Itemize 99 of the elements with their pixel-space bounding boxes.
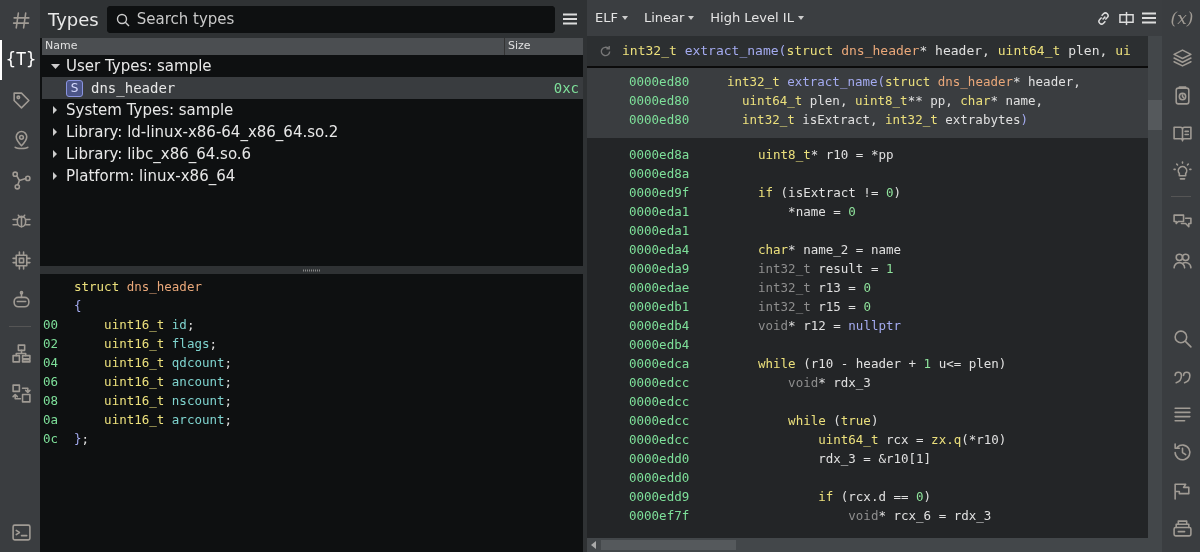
dropdown[interactable]: ELF	[595, 8, 628, 28]
code-line: uint16_t arcount;	[103, 411, 233, 430]
code-line: uint64_t plen, uint8_t** pp, char* name,	[741, 92, 1044, 111]
code-line: uint16_t qdcount;	[103, 354, 233, 373]
tree-row[interactable]: System Types: sample	[42, 99, 583, 121]
code-line: while (true)	[787, 412, 879, 431]
offset-label: 06	[42, 373, 60, 392]
history-icon	[1171, 441, 1193, 463]
address: 0000ef7f	[628, 507, 691, 526]
splitter-handle[interactable]	[302, 268, 321, 272]
tree-row[interactable]: Library: ld-linux-x86-64_x86_64.so.2	[42, 121, 583, 143]
code-line: uint16_t id;	[103, 316, 195, 335]
panel-title: Types	[48, 7, 99, 32]
address: 0000edcc	[628, 412, 691, 431]
function-signature: int32_t extract_name(struct dns_header* header, uint64_t plen, ui	[622, 42, 1131, 61]
address: 0000edb4	[628, 317, 691, 336]
code-line: int32_t r13 = 0	[757, 279, 871, 298]
address: 0000edcc	[628, 431, 691, 450]
code-line: uint16_t flags;	[103, 335, 217, 354]
code-line: struct dns_header	[74, 278, 202, 297]
hash-icon	[10, 9, 32, 31]
code-line: char* name_2 = name	[757, 241, 901, 260]
address: 0000ed8a	[628, 146, 691, 165]
menu-icon[interactable]	[563, 13, 577, 25]
hierarchy-icon	[10, 342, 32, 364]
caret-right-icon	[53, 172, 57, 180]
lightbulb-icon	[1171, 160, 1193, 182]
code-line: int32_t result = 1	[757, 260, 894, 279]
tag-icon	[10, 89, 32, 111]
column-header[interactable]: Size	[505, 38, 583, 55]
offset-label: 02	[42, 335, 60, 354]
code-line: {	[74, 297, 82, 316]
chip-icon	[10, 249, 32, 271]
address: 0000edae	[628, 279, 691, 298]
address: 0000edca	[628, 355, 691, 374]
split-view-icon[interactable]	[1119, 10, 1134, 26]
code-line: while (r10 - header + 1 u<= plen)	[757, 355, 1007, 374]
address: 0000eda1	[628, 203, 691, 222]
tree-row[interactable]: S dns_header 0xc	[42, 77, 583, 99]
address: 0000eda4	[628, 241, 691, 260]
code-line: int32_t extract_name(struct dns_header* header,	[727, 73, 1081, 92]
code-line: if (rcx.d == 0)	[817, 488, 932, 507]
dropdown[interactable]: High Level IL	[710, 8, 804, 28]
terminal-icon	[10, 521, 32, 543]
offset-label: 00	[42, 316, 60, 335]
code-line: uint8_t* r10 = *pp	[757, 146, 894, 165]
graph-icon	[10, 169, 32, 191]
robot-icon	[10, 289, 32, 311]
address: 0000edb1	[628, 298, 691, 317]
offset-label: 0c	[42, 430, 60, 449]
address: 0000edcc	[628, 374, 691, 393]
address: 0000edd9	[628, 488, 691, 507]
code-line: uint16_t nscount;	[103, 392, 233, 411]
address: 0000eda9	[628, 260, 691, 279]
address: 0000ed9f	[628, 184, 691, 203]
archive-icon	[1171, 517, 1193, 539]
vertical-scrollbar[interactable]	[1148, 36, 1162, 552]
search-field[interactable]: Search types	[106, 5, 555, 33]
address: 0000ed80	[628, 73, 691, 92]
link-icon[interactable]	[1096, 10, 1111, 26]
code-line: void* rdx_3	[787, 374, 871, 393]
horizontal-scrollbar[interactable]	[587, 538, 1148, 552]
code-line: uint64_t rcx = zx.q(*r10)	[817, 431, 1007, 450]
tree-row[interactable]: Platform: linux-x86_64	[42, 165, 583, 187]
code-line: void* rcx_6 = rdx_3	[847, 507, 992, 526]
menu-icon[interactable]	[1142, 12, 1156, 24]
code-line: int32_t isExtract, int32_t extrabytes)	[741, 111, 1029, 130]
code-line: };	[74, 430, 90, 449]
address: 0000eda1	[628, 222, 691, 241]
caret-down-icon	[50, 63, 60, 69]
address: 0000edd0	[628, 450, 691, 469]
code-line: void* r12 = nullptr	[757, 317, 901, 336]
variables-tab[interactable]: (x)	[1162, 0, 1200, 38]
caret-right-icon	[53, 106, 57, 114]
caret-right-icon	[53, 128, 57, 136]
address: 0000edb4	[628, 336, 691, 355]
tree-row[interactable]: Library: libc_x86_64.so.6	[42, 143, 583, 165]
address: 0000ed80	[628, 111, 691, 130]
code-line: uint16_t ancount;	[103, 373, 233, 392]
dropdown[interactable]: Linear	[643, 8, 695, 28]
search-icon	[1171, 327, 1193, 349]
swap-icon	[10, 382, 32, 404]
code-line: rdx_3 = &r10[1]	[817, 450, 932, 469]
column-header[interactable]: Name	[42, 38, 505, 55]
caret-right-icon	[53, 150, 57, 158]
offset-label: 0a	[42, 411, 60, 430]
layers-icon	[1171, 46, 1193, 68]
address: 0000edd0	[628, 469, 691, 488]
tree-row[interactable]: User Types: sample	[42, 55, 583, 77]
code-line: *name = 0	[787, 203, 856, 222]
refresh-icon[interactable]	[599, 44, 612, 58]
address: 0000ed80	[628, 92, 691, 111]
address: 0000edcc	[628, 393, 691, 412]
offset-label: 08	[42, 392, 60, 411]
address: 0000ed8a	[628, 165, 691, 184]
offset-label: 04	[42, 354, 60, 373]
struct-badge: S	[66, 79, 83, 97]
code-line: if (isExtract != 0)	[757, 184, 901, 203]
code-line: int32_t r15 = 0	[757, 298, 871, 317]
